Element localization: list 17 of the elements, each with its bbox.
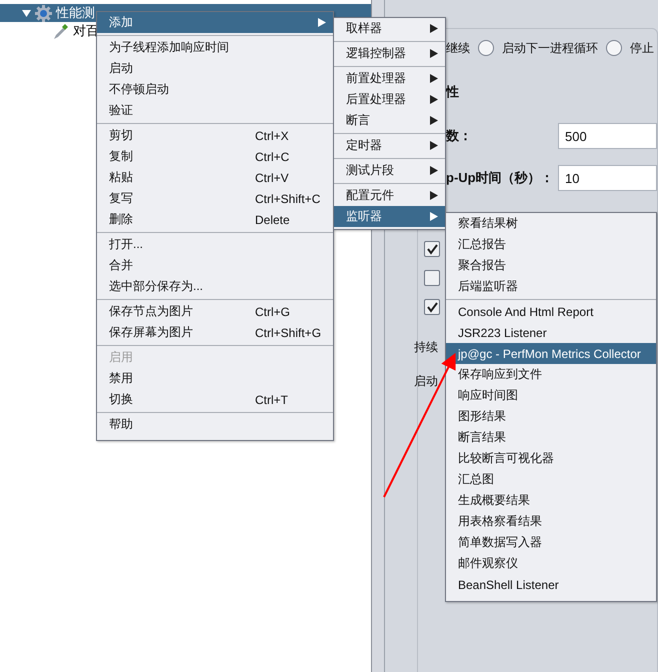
shortcut-text: Ctrl+Shift+G <box>255 326 322 340</box>
shortcut-text: Ctrl+X <box>255 128 289 142</box>
shortcut-text: Ctrl+V <box>255 170 289 184</box>
radio-label: 启动下一进程循环 <box>502 40 598 56</box>
field-label: p-Up时间（秒）： <box>446 169 555 187</box>
shortcut-text: Ctrl+Shift+C <box>255 192 320 206</box>
shortcut-text: Ctrl+T <box>255 392 288 406</box>
section-title: 性 <box>446 83 459 101</box>
field-label: 数： <box>446 127 473 145</box>
field-label: 启动 <box>414 373 438 390</box>
field-label: 持续 <box>414 339 438 356</box>
shortcut-text: Ctrl+G <box>255 304 290 318</box>
tree-item-text: 性能测 <box>56 4 95 22</box>
radio-label: 停止 <box>630 40 654 56</box>
shortcut-text: Delete <box>255 212 290 226</box>
shortcut-text: Ctrl+C <box>255 150 290 164</box>
radio-label: 继续 <box>446 40 470 56</box>
